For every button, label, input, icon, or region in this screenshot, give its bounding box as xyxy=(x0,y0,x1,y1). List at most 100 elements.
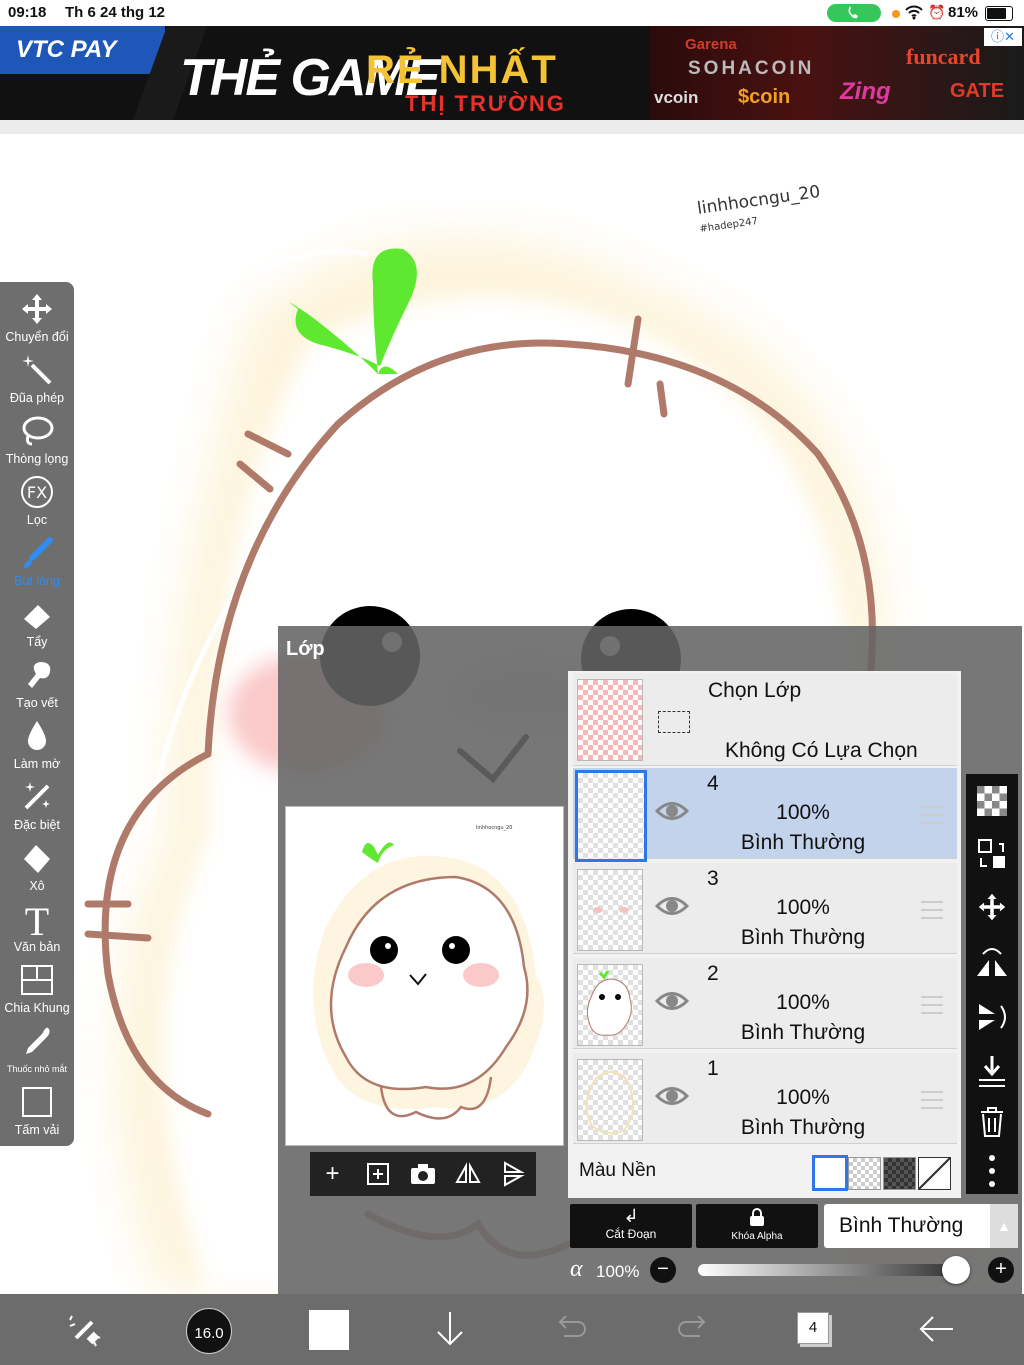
ad-slogan-sub: THỊ TRƯỜNG xyxy=(405,91,566,116)
tool-eyedropper[interactable]: Thuốc nhỏ mắt xyxy=(0,1024,74,1085)
tool-canvas[interactable]: Tấm vải xyxy=(0,1085,74,1146)
tool-frame-divider[interactable]: Chia Khung xyxy=(0,963,74,1024)
drag-handle-icon[interactable] xyxy=(921,901,943,919)
more-options-icon[interactable] xyxy=(966,1154,1018,1195)
layers-button[interactable]: 4 xyxy=(797,1312,829,1344)
alarm-icon: ⏰ xyxy=(928,4,946,20)
checkerboard-icon[interactable] xyxy=(966,782,1018,823)
ad-close-button[interactable]: ⓘ✕ xyxy=(984,28,1022,46)
tool-bucket[interactable]: Xô xyxy=(0,841,74,902)
eraser-icon xyxy=(0,597,74,635)
clip-arrow-icon: ↲ xyxy=(623,1206,639,1226)
brush-size-button[interactable]: 16.0 xyxy=(186,1308,232,1354)
layer-row[interactable]: 1 100% Bình Thường xyxy=(573,1053,957,1144)
call-pill-icon[interactable] xyxy=(827,4,881,22)
layer-thumbnail xyxy=(577,964,643,1046)
merge-down-icon[interactable] xyxy=(966,1050,1018,1095)
text-icon: T xyxy=(24,899,50,944)
layer-number: 2 xyxy=(707,962,719,985)
trash-icon[interactable] xyxy=(966,1102,1018,1145)
move-layer-icon[interactable] xyxy=(966,888,1018,929)
add-layer-button[interactable]: + xyxy=(310,1152,355,1196)
tool-special[interactable]: Đặc biệt xyxy=(0,780,74,841)
tool-brush[interactable]: Bút lông xyxy=(0,536,74,597)
tool-transform[interactable]: Chuyển đổi xyxy=(0,292,74,353)
alpha-slider-track[interactable] xyxy=(698,1264,958,1276)
ad-brands: Garena SOHACOIN funcard vcoin $coin Zing… xyxy=(650,26,1024,120)
eye-icon[interactable] xyxy=(654,988,690,1014)
canvas-icon xyxy=(0,1085,74,1123)
selection-marquee-icon xyxy=(658,711,690,733)
preview-toolbar: + xyxy=(310,1152,536,1196)
layer-blend-mode: Bình Thường xyxy=(740,1116,866,1139)
drag-handle-icon[interactable] xyxy=(921,996,943,1014)
camera-icon[interactable] xyxy=(400,1152,445,1196)
special-icon xyxy=(0,780,74,818)
bg-none-swatch[interactable] xyxy=(918,1157,951,1190)
flip-layer-vertical-icon[interactable] xyxy=(966,996,1018,1041)
status-time: 09:18 xyxy=(8,4,47,21)
back-arrow-icon[interactable] xyxy=(917,1314,955,1349)
status-bar: 09:18 Th 6 24 thg 12 ⏰ 81% xyxy=(0,0,1024,26)
eye-icon[interactable] xyxy=(654,1083,690,1109)
selection-layer-row[interactable]: Chọn Lớp Không Có Lựa Chọn xyxy=(573,673,957,766)
signature-sub: #hadep247 xyxy=(699,216,759,235)
flip-horizontal-icon[interactable] xyxy=(445,1152,490,1196)
layer-row[interactable]: 2 100% Bình Thường xyxy=(573,958,957,1049)
color-swatch-button[interactable] xyxy=(309,1310,349,1350)
layer-preview[interactable]: linhhocngu_20 xyxy=(285,806,564,1146)
smudge-icon xyxy=(0,658,74,696)
alpha-increase-button[interactable]: + xyxy=(988,1257,1014,1283)
drag-handle-icon[interactable] xyxy=(921,1091,943,1109)
layer-swap-icon[interactable] xyxy=(966,834,1018,879)
quick-menu-icon[interactable] xyxy=(66,1312,104,1353)
alpha-decrease-button[interactable]: − xyxy=(650,1257,676,1283)
layer-number: 3 xyxy=(707,867,719,890)
layer-side-toolbar xyxy=(966,774,1018,1194)
ad-banner[interactable]: VTC PAY THẺ GAME RẺ NHẤT THỊ TRƯỜNG Gare… xyxy=(0,26,1024,120)
arrow-down-icon[interactable] xyxy=(435,1310,465,1353)
redo-icon[interactable] xyxy=(676,1315,708,1349)
ad-slogan: RẺ NHẤT xyxy=(366,48,558,92)
bg-white-swatch[interactable] xyxy=(812,1155,848,1191)
tool-lasso[interactable]: Thòng lọng xyxy=(0,414,74,475)
eye-icon[interactable] xyxy=(654,798,690,824)
preview-artwork: linhhocngu_20 xyxy=(313,825,544,1120)
clipping-button[interactable]: ↲ Cắt Đoạn xyxy=(570,1204,692,1248)
blend-mode-select[interactable]: Bình Thường ▲ xyxy=(824,1204,1018,1248)
tool-text[interactable]: T Văn bản xyxy=(0,902,74,963)
layer-row[interactable]: 4 100% Bình Thường xyxy=(573,768,957,862)
alpha-lock-button[interactable]: Khóa Alpha xyxy=(696,1204,818,1248)
preview-signature: linhhocngu_20 xyxy=(476,825,512,831)
flip-layer-horizontal-icon[interactable] xyxy=(966,942,1018,987)
eye-icon[interactable] xyxy=(654,893,690,919)
layer-opacity: 100% xyxy=(776,991,830,1014)
selection-status: Không Có Lựa Chọn xyxy=(725,739,918,762)
drag-handle-icon[interactable] xyxy=(921,806,943,824)
alpha-slider-thumb[interactable] xyxy=(942,1256,970,1284)
lock-icon xyxy=(696,1208,818,1231)
flip-vertical-icon[interactable] xyxy=(490,1152,535,1196)
bg-transparent-dark-swatch[interactable] xyxy=(883,1157,916,1190)
brush-icon xyxy=(0,536,74,574)
tool-eraser[interactable]: Tẩy xyxy=(0,597,74,658)
add-layer-copy-button[interactable] xyxy=(355,1152,400,1196)
layer-row[interactable]: 3 100% Bình Thường xyxy=(573,863,957,954)
tool-smudge[interactable]: Tạo vết xyxy=(0,658,74,719)
layer-blend-mode: Bình Thường xyxy=(740,926,866,949)
tool-filter[interactable]: FX Lọc xyxy=(0,475,74,536)
bg-transparent-light-swatch[interactable] xyxy=(848,1157,881,1190)
blur-icon xyxy=(0,719,74,757)
dropdown-arrow-icon: ▲ xyxy=(990,1204,1018,1248)
lasso-icon xyxy=(0,414,74,452)
layer-opacity: 100% xyxy=(776,896,830,919)
signature: linhhocngu_20 xyxy=(696,182,822,219)
ad-logo: VTC PAY xyxy=(0,26,165,74)
magic-wand-icon xyxy=(0,353,74,391)
layer-number: 4 xyxy=(707,772,719,795)
undo-icon[interactable] xyxy=(556,1315,588,1349)
tool-blur[interactable]: Làm mờ xyxy=(0,719,74,780)
layer-list: Chọn Lớp Không Có Lựa Chọn 4 100% Bình T… xyxy=(568,671,961,1198)
tool-magic-wand[interactable]: Đũa phép xyxy=(0,353,74,414)
selection-title: Chọn Lớp xyxy=(708,679,802,702)
